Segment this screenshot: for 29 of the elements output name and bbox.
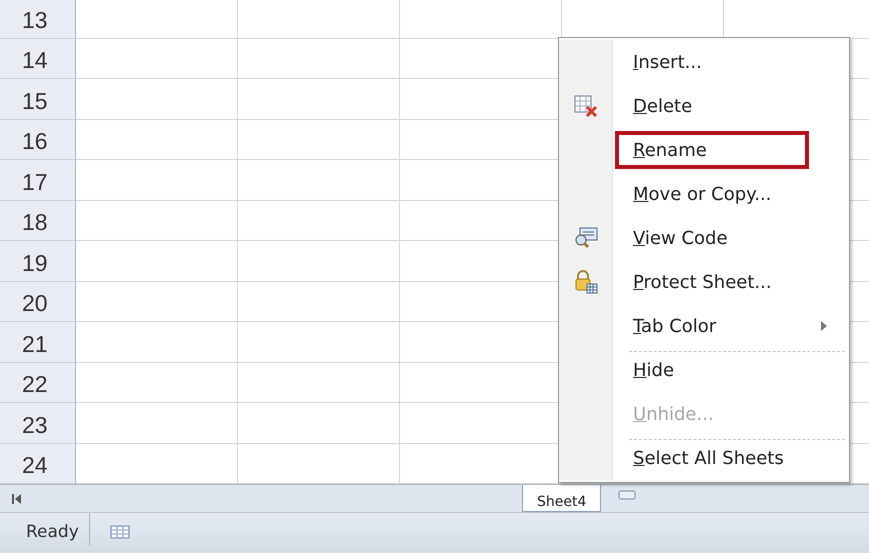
sheet-delete-icon	[574, 95, 598, 117]
code-window-icon	[574, 227, 598, 249]
menu-item[interactable]: Move or Copy...	[615, 175, 845, 213]
row-header[interactable]: 17	[0, 160, 76, 200]
menu-item[interactable]: Insert...	[615, 43, 845, 81]
row-header[interactable]: 21	[0, 322, 76, 362]
row-header[interactable]: 20	[0, 282, 76, 322]
submenu-arrow-icon	[821, 321, 827, 331]
menu-item[interactable]: Hide	[615, 351, 845, 389]
row-header[interactable]: 13	[0, 0, 76, 38]
padlock-icon	[574, 270, 598, 294]
normal-view-icon[interactable]	[110, 525, 130, 539]
first-sheet-icon[interactable]	[12, 492, 22, 504]
row-header[interactable]: 15	[0, 79, 76, 120]
menu-item[interactable]: Rename	[615, 131, 809, 169]
menu-item[interactable]: Delete	[615, 87, 845, 125]
row-header[interactable]: 18	[0, 200, 76, 241]
row-header[interactable]: 22	[0, 362, 76, 403]
row-header[interactable]: 24	[0, 444, 76, 484]
row-header[interactable]: 23	[0, 403, 76, 444]
menu-item[interactable]: Protect Sheet...	[615, 263, 845, 301]
menu-item[interactable]: Tab Color	[615, 307, 845, 345]
menu-item[interactable]: Select All Sheets	[615, 439, 845, 477]
sheet-tab[interactable]: Sheet4	[522, 485, 602, 512]
row-header[interactable]: 16	[0, 120, 76, 160]
row-header[interactable]: 19	[0, 241, 76, 282]
status-text: Ready	[0, 513, 90, 546]
row-header[interactable]: 14	[0, 38, 76, 79]
menu-item[interactable]: View Code	[615, 219, 845, 257]
